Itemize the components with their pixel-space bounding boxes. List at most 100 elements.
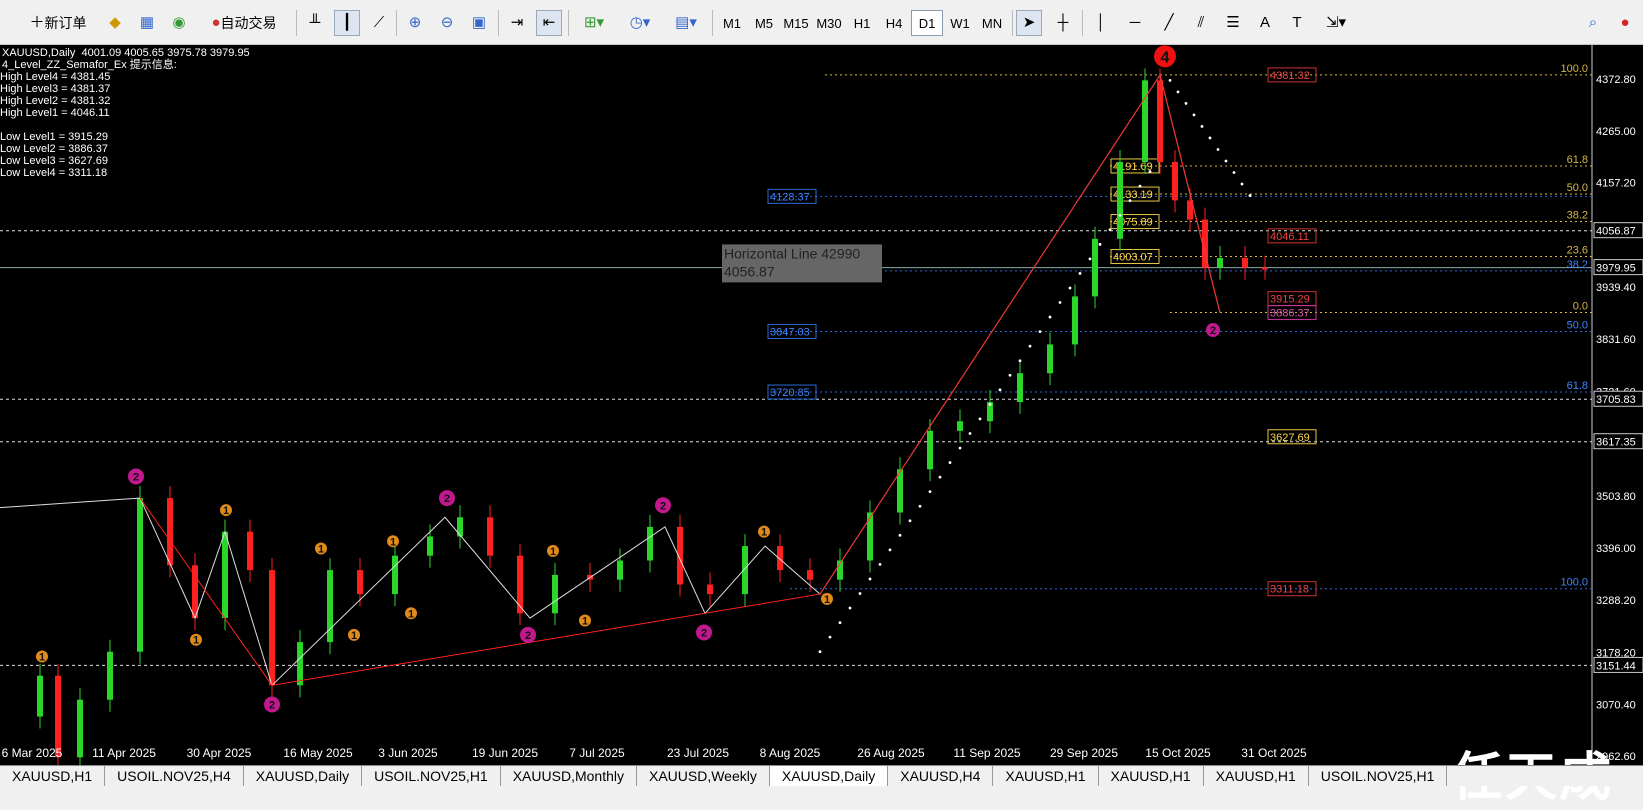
candle-body (1072, 296, 1078, 345)
level-label: 3915.29 (1270, 294, 1310, 306)
price-axis-label: 3396.00 (1596, 543, 1636, 555)
separator (1082, 10, 1083, 36)
horizontal-line-button[interactable]: ─ (1122, 10, 1148, 36)
chart-tab[interactable]: USOIL.NOV25,H1 (1309, 766, 1448, 786)
bar-chart-button[interactable]: ╨ (302, 10, 328, 36)
arrows-icon: ⇲▾ (1325, 14, 1347, 31)
line-chart-icon: ⟋ (373, 14, 385, 31)
chart-tab[interactable]: USOIL.NOV25,H4 (105, 766, 244, 786)
tf-m15[interactable]: M15 (780, 10, 812, 36)
tf-mn[interactable]: MN (976, 10, 1008, 36)
candle-body (1047, 344, 1053, 374)
sar-dot (1098, 242, 1102, 246)
chart-tab[interactable]: XAUUSD,H1 (993, 766, 1099, 786)
candlestick-button[interactable]: ┃ (334, 10, 360, 36)
date-axis-label: 8 Aug 2025 (760, 746, 821, 760)
alert-button[interactable]: ● (1612, 10, 1638, 36)
auto-trading-button[interactable]: ● 自动交易 (198, 10, 290, 36)
sar-dot (1138, 184, 1142, 188)
chart-tab[interactable]: XAUUSD,H4 (888, 766, 994, 786)
zoom-in-button[interactable]: ⊕ (402, 10, 428, 36)
symbol-info: XAUUSD,Daily 4001.09 4005.65 3975.78 397… (2, 47, 250, 59)
crosshair-button[interactable]: ┼ (1050, 10, 1076, 36)
tf-m1[interactable]: M1 (716, 10, 748, 36)
semafor-label: 2 (269, 700, 275, 712)
sar-dot (898, 533, 902, 537)
sar-dot (928, 490, 932, 494)
sar-dot (1128, 199, 1132, 203)
sar-dot (1088, 257, 1092, 261)
semafor-label: 2 (525, 630, 531, 642)
candle-body (867, 512, 873, 561)
price-chart[interactable]: 4128.373973.213847.033720.854191.694133.… (0, 45, 1643, 808)
tile-icon: ▣ (471, 14, 487, 31)
sar-dot (1240, 182, 1244, 186)
periods-button[interactable]: ◷▾ (620, 10, 660, 36)
fib-label: 4003.07 (1113, 252, 1153, 264)
line-chart-button[interactable]: ⟋ (366, 10, 392, 36)
candle-body (1142, 80, 1148, 162)
terminal-button[interactable]: ◉ (166, 10, 192, 36)
candle-body (357, 570, 363, 595)
data-window-button[interactable]: ▦ (134, 10, 160, 36)
tf-m30[interactable]: M30 (813, 10, 845, 36)
chart-tab[interactable]: USOIL.NOV25,H1 (362, 766, 501, 786)
candle-body (1242, 257, 1248, 268)
date-axis-label: 26 Aug 2025 (857, 746, 925, 760)
sar-dot (1248, 194, 1252, 197)
templates-button[interactable]: ▤▾ (666, 10, 706, 36)
sar-dot (1108, 228, 1112, 232)
candle-body (392, 555, 398, 595)
price-axis-label: 4157.20 (1596, 178, 1636, 190)
chart-tab[interactable]: XAUUSD,H1 (1204, 766, 1309, 786)
alert-icon: ● (1620, 14, 1630, 31)
level-label: 4046.11 (1270, 231, 1309, 243)
tf-d1[interactable]: D1 (911, 10, 943, 36)
tile-windows-button[interactable]: ▣ (466, 10, 492, 36)
hline-value: 4056.87 (724, 263, 775, 279)
chart-tab[interactable]: XAUUSD,Monthly (501, 766, 637, 786)
chart-tab[interactable]: XAUUSD,H1 (0, 766, 106, 786)
chart-tab-active[interactable]: XAUUSD,Daily (769, 766, 889, 786)
trendline-button[interactable]: ╱ (1156, 10, 1182, 36)
chart-tab[interactable]: XAUUSD,Weekly (637, 766, 770, 786)
indicators-button[interactable]: ⊞▾ (574, 10, 614, 36)
tf-h4[interactable]: H4 (878, 10, 910, 36)
zoom-in-icon: ⊕ (408, 14, 422, 31)
cursor-button[interactable]: ➤ (1016, 10, 1042, 36)
date-axis-label: 3 Jun 2025 (378, 746, 438, 760)
fibonacci-button[interactable]: ☰ (1220, 10, 1246, 36)
sar-dot (1224, 159, 1228, 163)
text-label-button[interactable]: T (1284, 10, 1310, 36)
zoom-out-button[interactable]: ⊖ (434, 10, 460, 36)
candle-body (617, 560, 623, 580)
sar-dot (978, 417, 982, 421)
vertical-line-button[interactable]: │ (1088, 10, 1114, 36)
arrows-button[interactable]: ⇲▾ (1316, 10, 1356, 36)
search-button[interactable]: ⌕ (1580, 10, 1606, 36)
chart-tab[interactable]: XAUUSD,Daily (244, 766, 363, 786)
auto-scroll-button[interactable]: ⇥ (504, 10, 530, 36)
trendline-icon: ╱ (1164, 14, 1174, 31)
separator (712, 10, 713, 36)
search-icon: ⌕ (1588, 14, 1598, 31)
indicators-icon: ⊞▾ (583, 14, 605, 31)
date-axis-label: 19 Jun 2025 (472, 746, 538, 760)
tf-h1[interactable]: H1 (846, 10, 878, 36)
tf-m5[interactable]: M5 (748, 10, 780, 36)
channel-button[interactable]: ⫽ (1188, 10, 1214, 36)
candle-body (777, 546, 783, 571)
chart-canvas[interactable]: 4128.373973.213847.033720.854191.694133.… (0, 45, 1643, 765)
market-watch-button[interactable]: ◆ (102, 10, 128, 36)
price-axis-label: 3705.83 (1596, 394, 1636, 406)
tf-w1[interactable]: W1 (944, 10, 976, 36)
chart-tab[interactable]: XAUUSD,H1 (1099, 766, 1204, 786)
new-order-button[interactable]: ＋新订单 (22, 10, 94, 36)
chart-tabs: XAUUSD,H1 USOIL.NOV25,H4 XAUUSD,Daily US… (0, 765, 1643, 786)
semafor-label: 2 (1210, 325, 1216, 337)
separator (498, 10, 499, 36)
chart-shift-button[interactable]: ⇤ (536, 10, 562, 36)
price-axis-label: 3831.60 (1596, 334, 1636, 346)
price-axis-label: 3070.40 (1596, 699, 1636, 711)
text-button[interactable]: A (1252, 10, 1278, 36)
